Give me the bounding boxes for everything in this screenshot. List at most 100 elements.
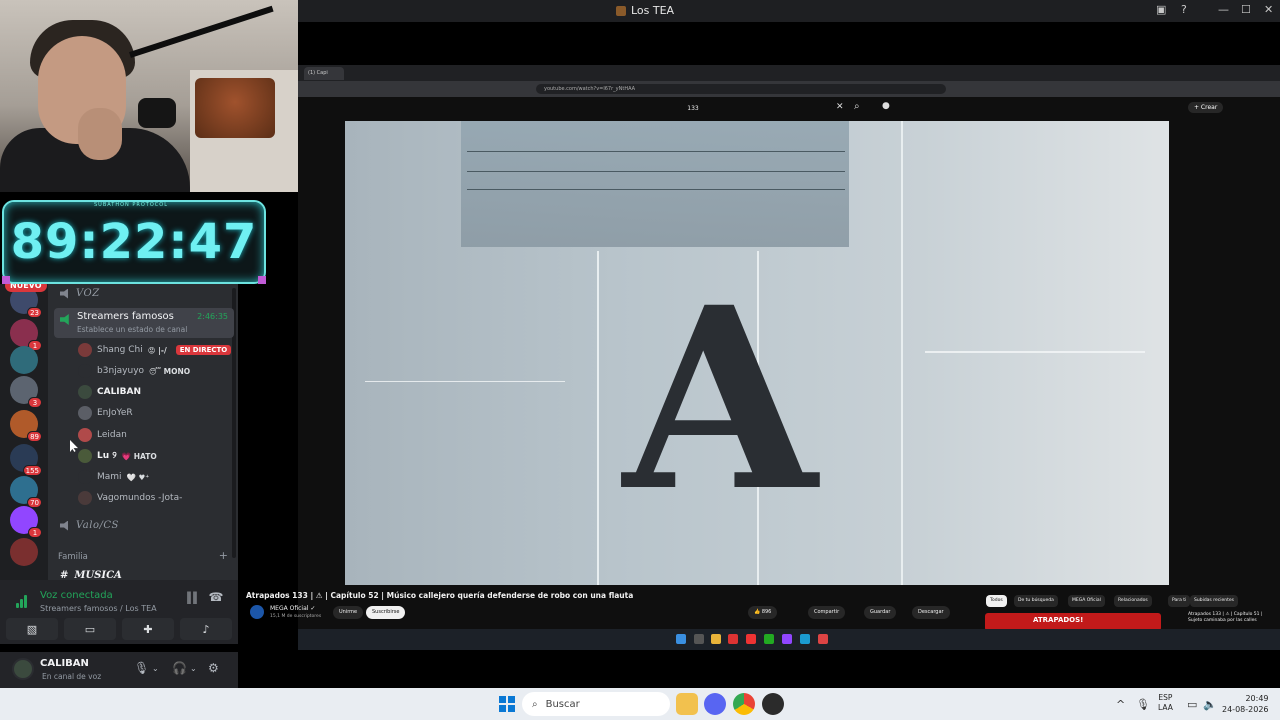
channel-avatar[interactable] [250, 605, 264, 619]
channel-list: VOZ Streamers famosos Establece un estad… [48, 284, 238, 580]
category-voz[interactable]: VOZ [60, 288, 100, 299]
section-familia[interactable]: Familia [58, 552, 88, 562]
server-icon[interactable]: 1 [10, 506, 42, 538]
server-icon[interactable]: 89 [10, 410, 42, 442]
user-name[interactable]: CALIBAN [40, 658, 89, 669]
avatar [78, 406, 92, 420]
voice-connected-subtitle[interactable]: Streamers famosos / Los TEA [40, 604, 157, 613]
channel-name[interactable]: MEGA Oficial ✓ [270, 605, 315, 612]
volume-icon[interactable]: 🔈 [1203, 698, 1217, 711]
voice-member[interactable]: Lu ୨ 💗 HATO [78, 448, 157, 464]
help-icon[interactable]: ? [1181, 3, 1187, 16]
webcam-feed [0, 0, 298, 192]
download-button[interactable]: Descargar [912, 606, 950, 619]
voice-member[interactable]: Mami 🤍 ♥⁺ [78, 469, 149, 485]
voice-member[interactable]: Vagomundos -Jota- [78, 490, 182, 506]
microphone-icon[interactable]: 🎙 [1136, 698, 1150, 711]
display-icon[interactable]: ▭ [1187, 698, 1197, 711]
windows-start-icon[interactable] [499, 696, 515, 712]
voice-member[interactable]: b3njayuyo 😴 MONO [78, 363, 190, 379]
chip-recent[interactable]: Subidas recientes [1190, 595, 1238, 607]
chevron-down-icon[interactable]: ⌄ [190, 664, 197, 673]
video-card-shape [461, 121, 849, 247]
signal-icon[interactable] [16, 594, 30, 608]
chrome-icon[interactable] [733, 693, 755, 715]
video-line [467, 171, 845, 172]
server-icon[interactable] [10, 538, 38, 566]
voice-member[interactable]: Leidan [78, 427, 127, 443]
share-button[interactable]: Compartir [808, 606, 846, 619]
taskbar-search[interactable]: ⌕ Buscar [522, 692, 670, 716]
video-player[interactable]: A M [345, 121, 1169, 585]
server-badge: 23 [27, 307, 42, 318]
activities-button[interactable]: ✚ [122, 618, 174, 640]
speaker-icon [60, 520, 68, 531]
server-list: 23 1 3 89 155 70 1 [0, 284, 48, 580]
server-icon[interactable] [10, 346, 38, 374]
chip-channel[interactable]: MEGA Oficial [1068, 595, 1105, 607]
microphone-icon[interactable]: ● [882, 101, 890, 111]
voice-channel-streamers[interactable]: Streamers famosos Establece un estado de… [54, 308, 234, 338]
address-bar[interactable]: youtube.com/watch?v=l67r_yNtHAA [536, 84, 946, 94]
clear-search-icon[interactable]: ✕ [836, 102, 844, 112]
like-button[interactable]: 👍 896 [748, 606, 778, 619]
screen-share-button[interactable]: ▭ [64, 618, 116, 640]
subscribe-button[interactable]: Suscribirse [366, 606, 406, 619]
save-button[interactable]: Guardar [864, 606, 897, 619]
recommended-title[interactable]: Atrapados 133 | ⚠ | Capítulo 51 | Sujeto… [1188, 612, 1274, 624]
gear-icon[interactable]: ⚙ [208, 661, 219, 675]
app-icon[interactable] [762, 693, 784, 715]
timer-clock: 89:22:47 [10, 214, 258, 270]
maximize-button[interactable]: ☐ [1241, 3, 1251, 16]
close-button[interactable]: ✕ [1264, 3, 1273, 16]
microphone-icon[interactable]: 🎙 [134, 661, 149, 675]
browser-tab[interactable]: (1) Capi [304, 67, 344, 80]
server-icon[interactable]: 70 [10, 476, 42, 508]
category-voz-label: VOZ [76, 288, 100, 299]
chip-related[interactable]: Relacionados [1114, 595, 1152, 607]
voice-member[interactable]: EnJoYeR [78, 405, 133, 421]
headphones-icon[interactable]: 🎧 [172, 661, 187, 675]
youtube-search-input[interactable]: 133 [538, 101, 848, 117]
add-channel-icon[interactable]: + [219, 549, 228, 562]
create-button[interactable]: + Crear [1188, 102, 1224, 113]
channel-musica-label: MUSICA [74, 570, 122, 580]
chip-for-you[interactable]: Para ti [1168, 595, 1191, 607]
chip-all[interactable]: Todos [986, 595, 1007, 607]
voice-connected-title[interactable]: Voz conectada [40, 590, 113, 601]
windows-taskbar: ⌕ Buscar ^ 🎙 ESP LAA ▭ 🔈 20:49 24-08-202… [0, 688, 1280, 720]
camera-off-button[interactable]: ▧ [6, 618, 58, 640]
noise-suppression-icon[interactable]: ‖‖ [184, 590, 200, 604]
language-top: ESP [1158, 693, 1173, 702]
search-icon[interactable]: ⌕ [854, 101, 860, 112]
microphone [138, 98, 176, 128]
member-name: b3njayuyo [97, 366, 145, 376]
soundboard-button[interactable]: ♪ [180, 618, 232, 640]
inner-app-icon [818, 634, 828, 644]
language-indicator[interactable]: ESP LAA [1158, 693, 1173, 713]
chevron-down-icon[interactable]: ⌄ [152, 664, 159, 673]
channel-musica[interactable]: # MUSICA [60, 570, 122, 580]
voice-connection-panel: Voz conectada Streamers famosos / Los TE… [0, 580, 238, 644]
screen-icon[interactable]: ▣ [1156, 3, 1166, 16]
hash-icon: # [60, 570, 69, 580]
chevron-up-icon[interactable]: ^ [1116, 698, 1125, 711]
voice-member[interactable]: CALIBAN [78, 384, 141, 400]
chip-from-search[interactable]: De tu búsqueda [1014, 595, 1058, 607]
voice-member[interactable]: Shang Chi 😡 |-/ EN DIRECTO [78, 342, 232, 358]
system-clock[interactable]: 20:49 24-08-2026 [1222, 693, 1269, 715]
disconnect-icon[interactable]: ☎ [208, 590, 224, 604]
category-valo[interactable]: Valo/CS [60, 520, 119, 531]
server-icon[interactable]: 155 [10, 444, 42, 476]
minimize-button[interactable]: — [1218, 3, 1229, 16]
file-explorer-icon[interactable] [676, 693, 698, 715]
clock-time: 20:49 [1245, 694, 1269, 703]
user-avatar[interactable] [12, 658, 34, 680]
server-icon[interactable]: 1 [10, 319, 42, 351]
server-icon[interactable]: 3 [10, 376, 42, 408]
discord-icon[interactable] [704, 693, 726, 715]
member-name: Mami [97, 472, 122, 482]
join-button[interactable]: Unirme [333, 606, 364, 619]
avatar [78, 449, 92, 463]
voice-channel-status[interactable]: Establece un estado de canal [77, 325, 187, 334]
